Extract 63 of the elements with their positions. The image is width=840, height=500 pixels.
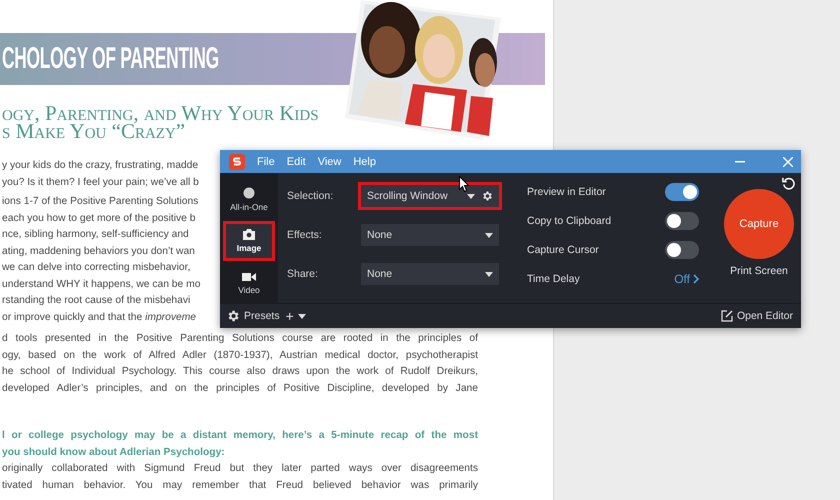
chevron-icon	[693, 274, 699, 284]
mode-tab[interactable]: All-in-One	[223, 179, 275, 220]
subtitle: s Make You “Crazy”	[2, 122, 186, 140]
dropdown[interactable]: Scrolling Window	[361, 185, 499, 208]
setting-label: Effects:	[287, 229, 323, 242]
paragraph-line: nce, sibling harmony, self-sufficiency and	[2, 228, 189, 242]
menu-item[interactable]: File	[257, 156, 275, 168]
paragraph-line: or improve quickly and that the improveme	[2, 310, 196, 324]
camera-icon	[242, 229, 256, 240]
toggle-switch[interactable]	[665, 212, 699, 230]
paragraph-line: each you how to get more of the positive b	[2, 212, 196, 226]
paragraph-line: ogy, based on the work of Alfred Adler (1870-1937), Austrian medical doctor, psychotherapist	[2, 348, 478, 362]
paragraph-line: y your kids do the crazy, frustrating, madde	[2, 159, 198, 173]
option-label: Copy to Clipboard	[527, 215, 612, 228]
paragraph-line: ions 1-7 of the Positive Parenting Solutions	[2, 195, 198, 209]
settings-icon[interactable]	[481, 190, 493, 202]
setting-label: Selection:	[287, 190, 334, 202]
caret-icon	[485, 272, 493, 277]
close-icon[interactable]	[783, 156, 793, 167]
settings-icon[interactable]	[226, 309, 240, 324]
edit-icon	[720, 310, 733, 322]
caret-icon	[485, 232, 493, 238]
add-preset-button[interactable]: +	[286, 308, 306, 324]
toggle-switch[interactable]	[665, 241, 699, 260]
option-label: Preview in Editor	[527, 186, 606, 198]
video-camera-icon	[242, 272, 256, 282]
option-label: Capture Cursor	[527, 244, 599, 256]
dropdown[interactable]: None	[361, 263, 499, 286]
dropdown[interactable]: None	[361, 224, 499, 246]
time-delay-button[interactable]: Off	[674, 272, 699, 286]
paragraph-line: rstanding the root cause of the misbehavi	[2, 294, 190, 308]
record-icon	[243, 186, 255, 199]
paragraph-line: d tools presented in the Positive Parenting Solutions course are rooted in the principles of	[2, 332, 478, 346]
paragraph-line: developed Adler’s principles, and on the principles of Positive Discipline, developed by Jane	[2, 382, 478, 396]
capture-button[interactable]: Capture	[724, 189, 794, 260]
presets-button[interactable]: Presets	[226, 309, 280, 324]
minimize-icon[interactable]	[735, 160, 745, 163]
mouse-cursor-icon	[459, 176, 470, 192]
menu-item[interactable]: Help	[353, 156, 376, 168]
paragraph-line: tivated human behavior. You may remember that Freud believed behavior was primarily	[2, 478, 478, 492]
paragraph-line: understand WHY it happens, we can be mo	[2, 278, 200, 292]
app-logo-icon	[229, 154, 245, 170]
mode-tab[interactable]: Image	[223, 221, 275, 262]
paragraph-line: he school of Individual Psychology. This course also draws upon the work of Rudolf Dreikurs,	[2, 365, 478, 379]
menu-item[interactable]: Edit	[286, 156, 306, 168]
paragraph-line: you? Is it them? I feel your pain; we’ve all b	[2, 176, 199, 190]
open-editor-button[interactable]: Open Editor	[720, 310, 793, 322]
section-intro: l or college psychology may be a distant memory, here’s a 5-minute recap of the most	[2, 429, 478, 443]
menu-item[interactable]: View	[318, 156, 342, 168]
caret-icon	[298, 314, 306, 319]
reset-icon[interactable]	[782, 177, 795, 190]
section-intro: you should know about Adlerian Psychology:	[2, 446, 225, 460]
subtitle: ogy, Parenting, and Why Your Kids	[2, 104, 319, 122]
paragraph-line: originally collaborated with Sigmund Freud but they later parted ways over disagreements	[2, 462, 478, 476]
shortcut-label: Print Screen	[730, 265, 788, 278]
paragraph-line: we can delve into correcting misbehavior,	[2, 261, 190, 275]
option-label: Time Delay	[527, 273, 580, 286]
banner-title: CHOLOGY OF PARENTING	[2, 42, 219, 76]
paragraph-line: ating, maddening behaviors you don’t wan	[2, 244, 195, 258]
caret-icon	[467, 194, 475, 199]
mode-tab[interactable]: Video	[223, 263, 275, 304]
toggle-switch[interactable]	[665, 183, 699, 202]
setting-label: Share:	[287, 268, 319, 280]
